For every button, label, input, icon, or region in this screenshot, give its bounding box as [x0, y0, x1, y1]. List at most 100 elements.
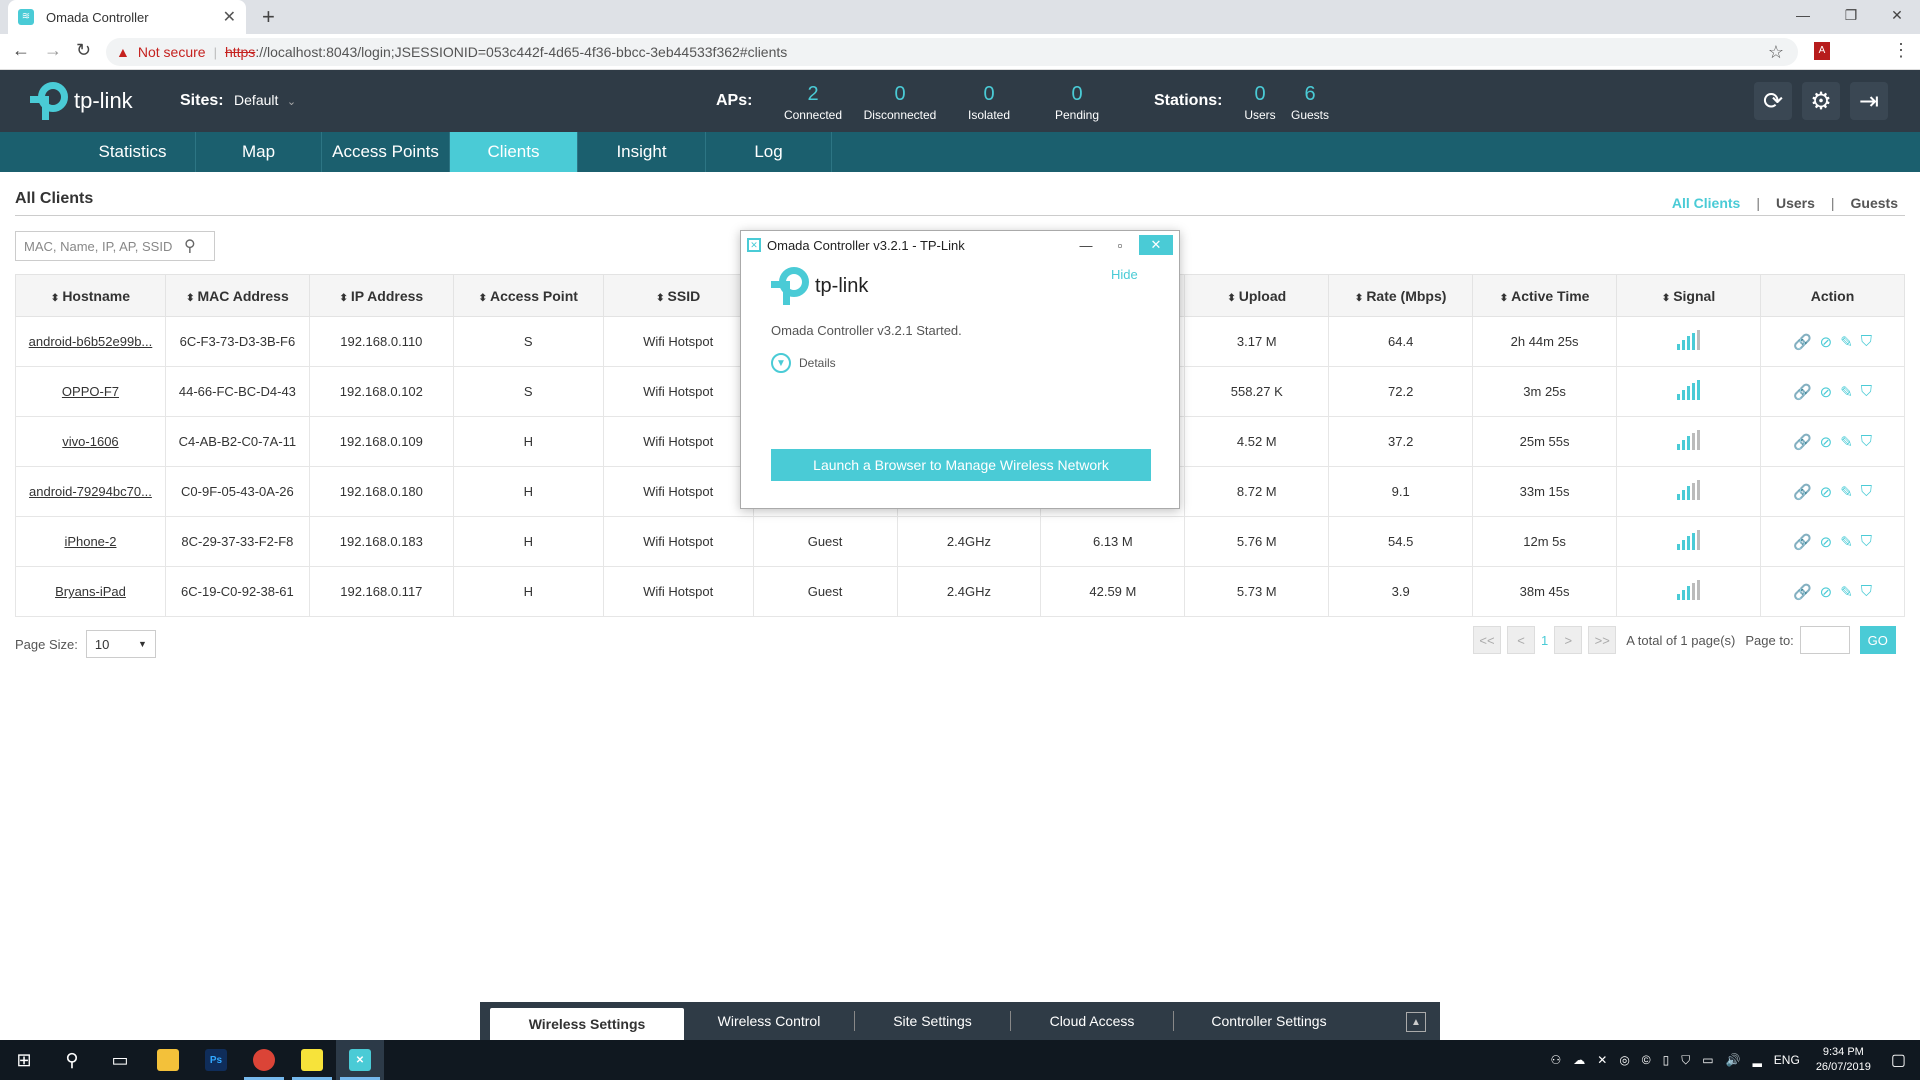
search-input[interactable] [24, 238, 184, 254]
omada-tray-icon[interactable]: ✕ [1597, 1053, 1607, 1067]
col-access-point[interactable]: ⬍ Access Point [452, 274, 604, 317]
col-mac[interactable]: ⬍ MAC Address [164, 274, 310, 317]
tray-app-icon[interactable]: ☁ [1573, 1053, 1585, 1067]
tab-wireless-settings[interactable]: Wireless Settings [490, 1008, 684, 1040]
bookmark-star-icon[interactable]: ☆ [1768, 42, 1784, 63]
col-upload[interactable]: ⬍ Upload [1184, 274, 1330, 317]
tab-close-icon[interactable]: ✕ [223, 7, 236, 27]
nav-access-points[interactable]: Access Points [322, 132, 450, 172]
next-page-button[interactable]: > [1554, 626, 1583, 654]
edit-icon[interactable]: ✎ [1840, 533, 1853, 551]
edit-icon[interactable]: ✎ [1840, 583, 1853, 601]
page-size-select[interactable]: 10 ▼ [85, 630, 156, 658]
page-to-input[interactable] [1799, 626, 1850, 654]
link-icon[interactable]: 🔗 [1793, 533, 1812, 551]
last-page-button[interactable]: >> [1588, 626, 1617, 654]
language-indicator[interactable]: ENG [1774, 1053, 1800, 1067]
aps-pending[interactable]: 0 Pending [1042, 84, 1112, 122]
nav-clients[interactable]: Clients [450, 132, 578, 172]
link-icon[interactable]: 🔗 [1793, 433, 1812, 451]
volume-icon[interactable]: 🔊 [1726, 1053, 1741, 1067]
task-view-icon[interactable]: ▭ [96, 1040, 144, 1080]
col-signal[interactable]: ⬍ Signal [1616, 274, 1761, 317]
chevron-up-icon[interactable]: ▲ [1406, 1012, 1426, 1032]
hostname-link[interactable]: iPhone-2 [64, 534, 116, 549]
reload-icon[interactable]: ↻ [76, 40, 91, 61]
launch-browser-button[interactable]: Launch a Browser to Manage Wireless Netw… [771, 449, 1151, 481]
stations-users[interactable]: 0 Users [1240, 84, 1280, 122]
nav-statistics[interactable]: Statistics [70, 132, 196, 172]
hostname-link[interactable]: vivo-1606 [62, 434, 118, 449]
dialog-minimize-icon[interactable]: — [1069, 235, 1103, 255]
tray-app-icon[interactable]: ◎ [1619, 1053, 1629, 1067]
logout-button[interactable]: ⇥ [1850, 82, 1888, 120]
omnibox[interactable]: ▲ Not secure | https://localhost:8043/lo… [106, 38, 1798, 66]
go-button[interactable]: GO [1859, 626, 1896, 654]
dialog-close-icon[interactable]: ✕ [1139, 235, 1173, 255]
new-tab-icon[interactable]: + [262, 4, 275, 30]
dialog-maximize-icon[interactable]: ▫ [1103, 235, 1137, 255]
col-hostname[interactable]: ⬍ Hostname [15, 274, 166, 317]
link-icon[interactable]: 🔗 [1793, 383, 1812, 401]
minimize-icon[interactable]: — [1780, 0, 1826, 30]
search-icon[interactable]: ⚲ [48, 1040, 96, 1080]
edit-icon[interactable]: ✎ [1840, 433, 1853, 451]
current-page[interactable]: 1 [1541, 633, 1548, 648]
filter-users[interactable]: Users [1776, 195, 1815, 211]
nav-insight[interactable]: Insight [578, 132, 706, 172]
nav-log[interactable]: Log [706, 132, 832, 172]
filter-all-clients[interactable]: All Clients [1672, 195, 1740, 211]
block-icon[interactable]: ⊘ [1820, 383, 1833, 401]
tab-site-settings[interactable]: Site Settings [855, 1006, 1010, 1036]
block-icon[interactable]: ⊘ [1820, 433, 1833, 451]
omada-taskbar-icon[interactable]: ✕ [336, 1040, 384, 1080]
link-icon[interactable]: 🔗 [1793, 483, 1812, 501]
sticky-notes-icon[interactable] [288, 1040, 336, 1080]
display-icon[interactable]: ▭ [1702, 1053, 1713, 1067]
tab-wireless-control[interactable]: Wireless Control [684, 1006, 854, 1036]
shield-icon[interactable]: ⛉ [1861, 483, 1872, 501]
people-icon[interactable]: ⚇ [1550, 1053, 1561, 1067]
hide-link[interactable]: Hide [1111, 267, 1138, 282]
block-icon[interactable]: ⊘ [1820, 583, 1833, 601]
clock[interactable]: 9:34 PM 26/07/2019 [1816, 1045, 1871, 1075]
windows-start-icon[interactable]: ⊞ [0, 1040, 48, 1080]
block-icon[interactable]: ⊘ [1820, 483, 1833, 501]
hostname-link[interactable]: OPPO-F7 [62, 384, 119, 399]
col-ip[interactable]: ⬍ IP Address [308, 274, 454, 317]
tray-app-icon[interactable]: © [1642, 1053, 1651, 1067]
network-icon[interactable]: ▂ [1753, 1053, 1762, 1067]
browser-menu-icon[interactable]: ⋮ [1892, 40, 1910, 61]
notification-icon[interactable]: ▢ [1891, 1050, 1906, 1070]
settings-button[interactable]: ⚙ [1802, 82, 1840, 120]
site-selector[interactable]: Sites: Default ⌄ [180, 92, 296, 110]
defender-icon[interactable]: ⛉ [1681, 1053, 1690, 1068]
chrome-icon[interactable] [240, 1040, 288, 1080]
photoshop-icon[interactable]: Ps [192, 1040, 240, 1080]
aps-isolated[interactable]: 0 Isolated [954, 84, 1024, 122]
link-icon[interactable]: 🔗 [1793, 333, 1812, 351]
details-toggle[interactable]: ▼ Details [771, 353, 836, 373]
col-active-time[interactable]: ⬍ Active Time [1472, 274, 1618, 317]
close-window-icon[interactable]: ✕ [1874, 0, 1920, 30]
search-icon[interactable]: ⚲ [184, 236, 196, 256]
edit-icon[interactable]: ✎ [1840, 383, 1853, 401]
tab-controller-settings[interactable]: Controller Settings [1174, 1006, 1364, 1036]
link-icon[interactable]: 🔗 [1793, 583, 1812, 601]
edit-icon[interactable]: ✎ [1840, 483, 1853, 501]
col-ssid[interactable]: ⬍ SSID [602, 274, 754, 317]
prev-page-button[interactable]: < [1507, 626, 1535, 654]
tab-cloud-access[interactable]: Cloud Access [1011, 1006, 1173, 1036]
edit-icon[interactable]: ✎ [1840, 333, 1853, 351]
shield-icon[interactable]: ⛉ [1861, 333, 1872, 351]
hostname-link[interactable]: android-79294bc70... [29, 484, 152, 499]
shield-icon[interactable]: ⛉ [1861, 433, 1872, 451]
stations-guests[interactable]: 6 Guests [1288, 84, 1332, 122]
back-icon[interactable]: ← [12, 40, 30, 61]
pdf-extension-icon[interactable]: A [1814, 42, 1830, 60]
shield-icon[interactable]: ⛉ [1861, 383, 1872, 401]
block-icon[interactable]: ⊘ [1820, 533, 1833, 551]
file-explorer-icon[interactable] [144, 1040, 192, 1080]
nav-map[interactable]: Map [196, 132, 322, 172]
hostname-link[interactable]: android-b6b52e99b... [29, 334, 153, 349]
